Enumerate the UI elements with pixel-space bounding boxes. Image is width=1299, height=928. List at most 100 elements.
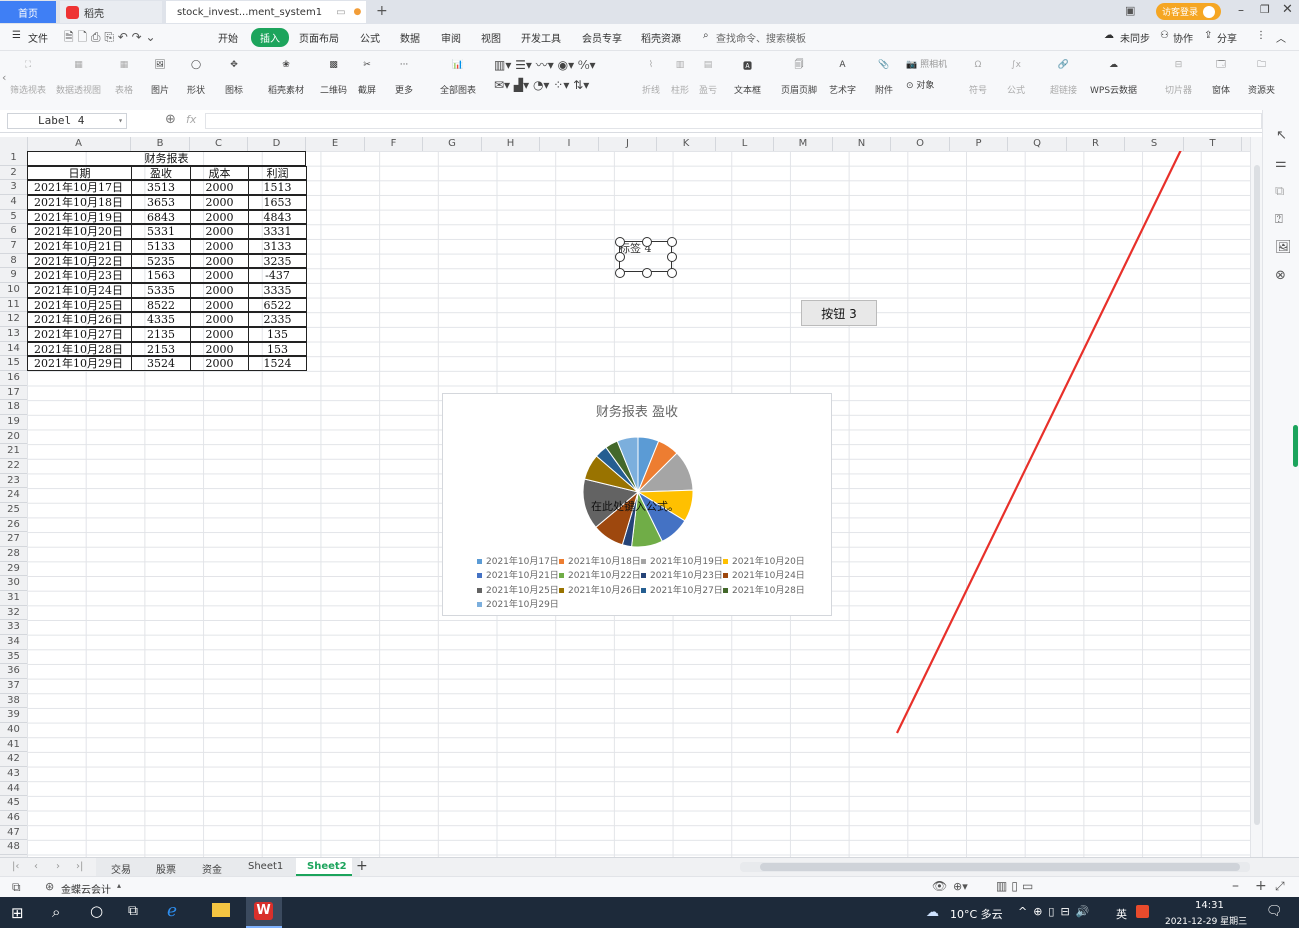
zoom-icon[interactable]: ⊕	[165, 112, 176, 127]
table-cell[interactable]: 3524	[131, 356, 191, 372]
row-header[interactable]: 33	[0, 620, 27, 636]
pie-chart[interactable]: 财务报表 盈收 在此处键入公式。 2021年10月17日 2021年10月18日 2…	[442, 393, 832, 616]
close-icon[interactable]: ✕	[1282, 2, 1293, 17]
ribbon-icon-lib[interactable]: ✥ 图标	[224, 55, 244, 96]
legend-item[interactable]: 2021年10月23日	[641, 568, 723, 581]
sync-status[interactable]: 未同步	[1120, 30, 1150, 45]
table-cell[interactable]: 2000	[190, 312, 249, 328]
task-view-icon[interactable]: ⧉	[128, 903, 138, 919]
ribbon-docer-material[interactable]: ❀ 稻壳素材	[268, 55, 304, 96]
row-header[interactable]: 14	[0, 341, 27, 357]
table-cell[interactable]: 2000	[190, 341, 249, 357]
column-header[interactable]: L	[716, 137, 774, 151]
select-pointer-icon[interactable]: ↖	[1276, 128, 1287, 143]
row-header[interactable]: 4	[0, 195, 27, 210]
table-cell[interactable]: 2021年10月27日	[27, 327, 132, 342]
table-cell[interactable]: 5235	[131, 253, 191, 269]
resize-handle[interactable]	[615, 252, 625, 262]
table-cell[interactable]: 2153	[131, 341, 191, 357]
clock-date[interactable]: 2021-12-29 星期三	[1165, 914, 1247, 927]
ribbon-symbol[interactable]: Ω 符号	[968, 55, 988, 96]
row-header[interactable]: 5	[0, 209, 27, 225]
row-header[interactable]: 3	[0, 180, 27, 195]
table-cell[interactable]: 2021年10月18日	[27, 195, 132, 210]
input-language[interactable]: 英	[1116, 906, 1127, 922]
legend-item[interactable]: 2021年10月27日	[641, 583, 723, 596]
ribbon-textbox[interactable]: 🅰 文本框	[734, 55, 761, 97]
menu-data[interactable]: 数据	[400, 30, 420, 45]
macro-record-icon[interactable]: ⧉	[12, 880, 21, 895]
quick-access-icons[interactable]: 🗎 🗋 ⎙ ⎘ ↶ ↷ ⌄	[64, 28, 156, 49]
wps-taskbar-button[interactable]: W	[246, 897, 282, 928]
table-cell[interactable]: 2021年10月29日	[27, 356, 132, 372]
table-cell[interactable]: 2135	[131, 327, 191, 342]
property-icon[interactable]: ⧉	[1275, 184, 1284, 199]
column-header[interactable]: A	[27, 137, 131, 151]
help-icon[interactable]: ⍰	[1275, 212, 1283, 227]
row-header[interactable]: 41	[0, 737, 27, 753]
row-header[interactable]: 46	[0, 811, 27, 826]
fx-icon[interactable]: fx	[186, 113, 196, 126]
menu-view[interactable]: 视图	[481, 30, 501, 45]
formula-input[interactable]	[205, 113, 1262, 129]
form-button-3[interactable]: 按钮 3	[801, 300, 877, 326]
legend-item[interactable]: 2021年10月21日	[477, 568, 559, 581]
column-header[interactable]: B	[131, 137, 190, 151]
hamburger-icon[interactable]: ☰	[12, 30, 21, 41]
ribbon-hyperlink[interactable]: 🔗 超链接	[1050, 55, 1077, 96]
ribbon-sparkline-winloss[interactable]: ▤ 盈亏	[698, 55, 718, 96]
file-explorer-icon[interactable]	[212, 903, 230, 917]
search-icon[interactable]: ⌕	[52, 903, 60, 921]
column-header[interactable]: O	[891, 137, 950, 151]
row-header[interactable]: 17	[0, 385, 27, 401]
legend-item[interactable]: 2021年10月17日	[477, 554, 559, 567]
table-cell[interactable]: 5335	[131, 283, 191, 298]
menu-formula[interactable]: 公式	[360, 30, 380, 45]
ribbon-equation[interactable]: ∫x 公式	[1006, 55, 1026, 96]
column-header[interactable]: N	[833, 137, 891, 151]
add-sheet-icon[interactable]: +	[356, 858, 368, 874]
cortana-icon[interactable]: ○	[90, 902, 103, 920]
ribbon-slicer[interactable]: ⊟ 切片器	[1165, 55, 1192, 96]
table-cell[interactable]: 1513	[248, 180, 307, 195]
row-header[interactable]: 48	[0, 840, 27, 856]
ribbon-header-footer[interactable]: 🗐 页眉页脚	[781, 55, 817, 96]
ribbon-picture[interactable]: 🖼 图片	[150, 55, 170, 96]
globe-icon[interactable]: ⊕▾	[953, 880, 968, 893]
ribbon-shape[interactable]: ◯ 形状	[186, 55, 206, 96]
row-header[interactable]: 38	[0, 693, 27, 709]
table-header-cell[interactable]: 盈收	[131, 165, 191, 181]
notification-icon[interactable]: 🗨	[1266, 904, 1283, 919]
row-header[interactable]: 16	[0, 371, 27, 386]
row-header[interactable]: 9	[0, 268, 27, 284]
window-icon[interactable]: ▭	[336, 7, 345, 18]
last-sheet-icon[interactable]: ›|	[76, 861, 83, 872]
row-header[interactable]: 27	[0, 532, 27, 548]
row-header[interactable]: 11	[0, 297, 27, 313]
row-header[interactable]: 44	[0, 781, 27, 797]
row-header[interactable]: 32	[0, 605, 27, 621]
row-header[interactable]: 45	[0, 796, 27, 812]
table-cell[interactable]: 2021年10月22日	[27, 253, 132, 269]
chevron-down-icon[interactable]: ▾	[118, 114, 123, 128]
legend-item[interactable]: 2021年10月24日	[723, 568, 805, 581]
table-cell[interactable]: 2000	[190, 327, 249, 342]
restore-icon[interactable]: ❐	[1260, 3, 1270, 16]
table-cell[interactable]: 135	[248, 327, 307, 342]
sheet-tab-trade[interactable]: 交易	[111, 861, 131, 876]
row-header[interactable]: 15	[0, 356, 27, 372]
ribbon-resource-folder[interactable]: 🗀 资源夹	[1248, 55, 1275, 96]
ribbon-camera[interactable]: 📷 照相机	[906, 57, 947, 70]
column-header[interactable]: M	[774, 137, 833, 151]
table-cell[interactable]: 5133	[131, 239, 191, 254]
new-tab-icon[interactable]: +	[376, 3, 388, 19]
table-cell[interactable]: 2021年10月20日	[27, 224, 132, 239]
row-header[interactable]: 1	[0, 151, 27, 166]
table-cell[interactable]: 4335	[131, 312, 191, 328]
table-cell[interactable]: 153	[248, 341, 307, 357]
table-cell[interactable]: 3133	[248, 239, 307, 254]
legend-item[interactable]: 2021年10月29日	[477, 597, 559, 610]
resize-handle[interactable]	[667, 237, 677, 247]
tab-docer[interactable]: 稻壳	[60, 1, 162, 23]
row-header[interactable]: 47	[0, 825, 27, 841]
